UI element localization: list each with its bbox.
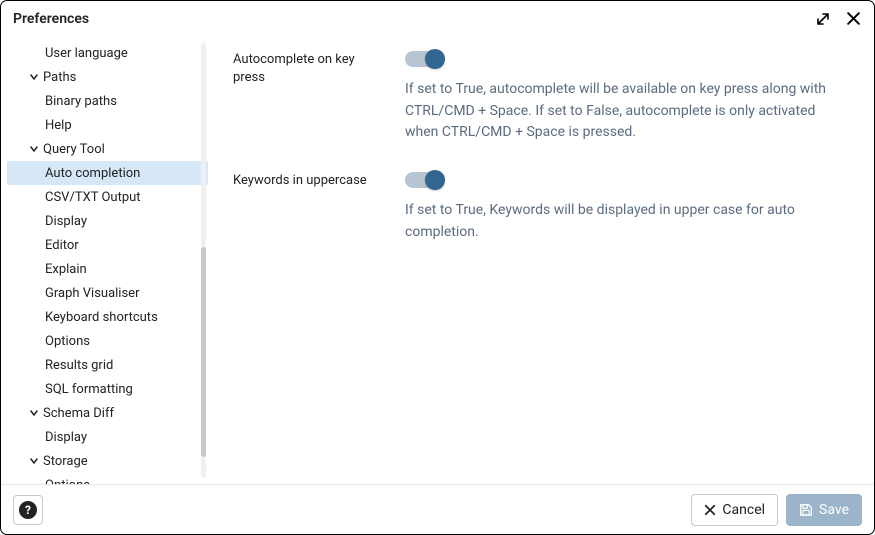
nav-item-label: SQL formatting [45, 382, 133, 397]
nav-item-label: Graph Visualiser [45, 286, 139, 301]
nav-item-label: Query Tool [43, 142, 105, 157]
setting-body: If set to True, autocomplete will be ava… [405, 51, 852, 144]
nav-item-label: Editor [45, 238, 79, 253]
nav-item-paths[interactable]: Paths [7, 65, 208, 89]
setting-description: If set to True, Keywords will be display… [405, 200, 852, 243]
toggle-autocomplete-on-keypress[interactable] [405, 51, 441, 67]
content-pane: Autocomplete on key press If set to True… [209, 37, 874, 484]
nav-item-label: Auto completion [45, 166, 140, 181]
setting-description: If set to True, autocomplete will be ava… [405, 79, 852, 144]
nav-item-label: Display [45, 214, 87, 229]
nav-item-options[interactable]: Options [7, 473, 208, 484]
setting-body: If set to True, Keywords will be display… [405, 172, 852, 243]
setting-label: Autocomplete on key press [233, 51, 381, 144]
dialog-header-controls [814, 10, 862, 28]
nav-item-display[interactable]: Display [7, 209, 208, 233]
cancel-label: Cancel [722, 502, 765, 518]
nav-item-user-language[interactable]: User language [7, 41, 208, 65]
nav-tree: User language Paths Binary paths Help Query … [1, 41, 208, 484]
sidebar-scrollbar-thumb[interactable] [201, 247, 206, 457]
save-icon [799, 503, 813, 517]
setting-autocomplete-on-keypress: Autocomplete on key press If set to True… [233, 51, 852, 144]
nav-item-editor[interactable]: Editor [7, 233, 208, 257]
nav-item-query-tool[interactable]: Query Tool [7, 137, 208, 161]
cancel-button[interactable]: Cancel [691, 494, 778, 526]
nav-item-label: Options [45, 478, 90, 485]
nav-item-binary-paths[interactable]: Binary paths [7, 89, 208, 113]
nav-item-explain[interactable]: Explain [7, 257, 208, 281]
nav-item-label: User language [45, 46, 128, 61]
maximize-icon[interactable] [814, 10, 832, 28]
nav-item-label: Keyboard shortcuts [45, 310, 158, 325]
nav-item-display[interactable]: Display [7, 425, 208, 449]
toggle-keywords-uppercase[interactable] [405, 172, 441, 188]
dialog-header: Preferences [1, 1, 874, 37]
nav-item-label: Display [45, 430, 87, 445]
nav-item-csv-txt-output[interactable]: CSV/TXT Output [7, 185, 208, 209]
nav-item-label: CSV/TXT Output [45, 190, 141, 205]
dialog-body: User language Paths Binary paths Help Query … [1, 37, 874, 484]
nav-item-schema-diff[interactable]: Schema Diff [7, 401, 208, 425]
preferences-dialog: Preferences User language Paths Binary pat… [0, 0, 875, 535]
dialog-title: Preferences [13, 11, 814, 27]
nav-item-help[interactable]: Help [7, 113, 208, 137]
nav-item-keyboard-shortcuts[interactable]: Keyboard shortcuts [7, 305, 208, 329]
close-icon[interactable] [844, 10, 862, 28]
nav-item-auto-completion[interactable]: Auto completion [7, 161, 208, 185]
save-button[interactable]: Save [786, 494, 862, 526]
chevron-down-icon[interactable] [27, 408, 41, 418]
nav-item-label: Help [45, 118, 72, 133]
nav-item-label: Binary paths [45, 94, 117, 109]
nav-item-label: Explain [45, 262, 87, 277]
chevron-down-icon[interactable] [27, 456, 41, 466]
nav-item-graph-visualiser[interactable]: Graph Visualiser [7, 281, 208, 305]
chevron-down-icon[interactable] [27, 72, 41, 82]
nav-item-label: Schema Diff [43, 406, 114, 421]
nav-item-label: Paths [43, 70, 76, 85]
nav-item-label: Options [45, 334, 90, 349]
close-icon [704, 504, 716, 516]
setting-keywords-uppercase: Keywords in uppercase If set to True, Ke… [233, 172, 852, 243]
nav-item-options[interactable]: Options [7, 329, 208, 353]
chevron-down-icon[interactable] [27, 144, 41, 154]
nav-item-label: Storage [43, 454, 88, 469]
dialog-footer: ? Cancel Save [1, 484, 874, 534]
sidebar: User language Paths Binary paths Help Query … [1, 37, 209, 484]
nav-item-storage[interactable]: Storage [7, 449, 208, 473]
help-icon: ? [19, 501, 37, 519]
nav-item-sql-formatting[interactable]: SQL formatting [7, 377, 208, 401]
save-label: Save [819, 502, 849, 518]
help-button[interactable]: ? [13, 495, 43, 525]
nav-item-results-grid[interactable]: Results grid [7, 353, 208, 377]
nav-item-label: Results grid [45, 358, 113, 373]
setting-label: Keywords in uppercase [233, 172, 381, 243]
